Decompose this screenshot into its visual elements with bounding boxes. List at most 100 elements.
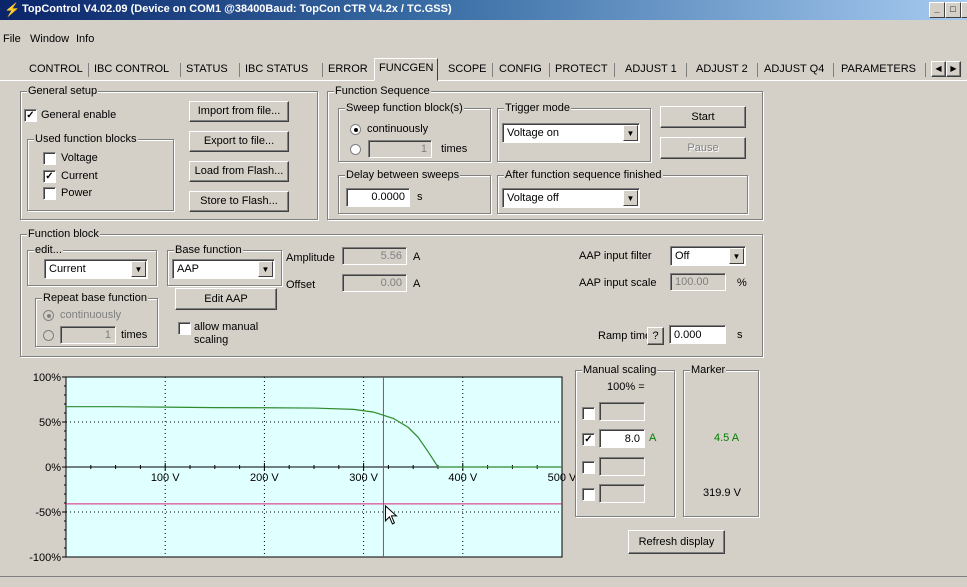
trigger-mode-select[interactable]: Voltage on ▼: [502, 123, 640, 143]
y-tick-label: -50%: [35, 507, 61, 519]
tab-status[interactable]: STATUS: [182, 60, 232, 78]
menu-window[interactable]: Window: [30, 33, 69, 45]
repeat-continuously-radio[interactable]: [43, 310, 54, 321]
scaling-2-unit: A: [649, 432, 657, 444]
scaling-1-checkbox[interactable]: [582, 407, 595, 420]
x-tick-label: 100 V: [151, 472, 180, 484]
marker-title: Marker: [690, 364, 727, 376]
tab-adjust-q4[interactable]: ADJUST Q4: [760, 60, 828, 78]
repeat-times-input[interactable]: 1: [60, 326, 116, 344]
repeat-base-function-title: Repeat base function: [42, 292, 148, 304]
after-sequence-title: After function sequence finished: [504, 169, 663, 181]
scaling-label: scaling: [194, 334, 229, 346]
used-function-blocks-title: Used function blocks: [34, 133, 138, 145]
scaling-2-input[interactable]: 8.0: [599, 429, 645, 448]
start-button[interactable]: Start: [660, 106, 746, 128]
y-tick-label: 100%: [33, 372, 61, 384]
amplitude-input[interactable]: 5.56: [342, 247, 407, 265]
sweep-times-radio[interactable]: [350, 144, 361, 155]
current-label: Current: [61, 170, 98, 182]
tab-funcgen[interactable]: FUNCGEN: [374, 58, 439, 81]
after-sequence-select[interactable]: Voltage off ▼: [502, 188, 640, 208]
ramp-time-label: Ramp time: [598, 330, 652, 342]
x-tick-label: 500 V: [548, 472, 577, 484]
aap-input-scale-input[interactable]: 100.00: [670, 273, 726, 291]
amplitude-label: Amplitude: [286, 252, 335, 264]
tab-parameters[interactable]: PARAMETERS: [837, 60, 920, 78]
maximize-button[interactable]: □: [945, 2, 961, 18]
allow-manual-scaling-checkbox[interactable]: [178, 322, 191, 335]
edit-block-select[interactable]: Current ▼: [44, 259, 148, 279]
tab-ibc-control[interactable]: IBC CONTROL: [90, 60, 173, 78]
scaling-4-input[interactable]: [599, 484, 645, 503]
x-tick-label: 400 V: [448, 472, 477, 484]
tab-config[interactable]: CONFIG: [495, 60, 546, 78]
aap-input-scale-label: AAP input scale: [579, 277, 657, 289]
tab-protect[interactable]: PROTECT: [551, 60, 612, 78]
repeat-times-label: times: [121, 329, 148, 341]
aap-input-filter-label: AAP input filter: [579, 250, 652, 262]
tab-adjust-1[interactable]: ADJUST 1: [621, 60, 681, 78]
close-button[interactable]: ×: [961, 2, 967, 18]
voltage-label: Voltage: [61, 152, 98, 164]
scaling-4-checkbox[interactable]: [582, 488, 595, 501]
repeat-continuously-label: continuously: [60, 309, 122, 321]
scaling-3-checkbox[interactable]: [582, 461, 595, 474]
edit-title: edit...: [34, 244, 63, 256]
tab-scroll-left-button[interactable]: ◀: [931, 61, 946, 77]
scaling-2-checkbox[interactable]: ✓: [582, 433, 595, 446]
sweep-continuously-radio[interactable]: [350, 124, 361, 135]
general-setup-title: General setup: [27, 85, 99, 97]
current-checkbox[interactable]: ✓: [43, 170, 56, 183]
tab-adjust-2[interactable]: ADJUST 2: [692, 60, 752, 78]
store-to-flash-button[interactable]: Store to Flash...: [189, 191, 289, 212]
general-enable-checkbox[interactable]: ✓: [24, 109, 37, 122]
function-chart[interactable]: 100 V 200 V 300 V 400 V 500 V 100% 50% 0% -50% -1…: [18, 367, 578, 567]
minimize-button[interactable]: _: [929, 2, 945, 18]
aap-input-scale-unit: %: [737, 277, 747, 289]
sweep-function-blocks-title: Sweep function block(s): [345, 102, 464, 114]
repeat-times-radio[interactable]: [43, 330, 54, 341]
x-tick-label: 300 V: [349, 472, 378, 484]
general-enable-label: General enable: [41, 109, 117, 121]
sweep-times-label: times: [441, 143, 468, 155]
aap-input-filter-select[interactable]: Off ▼: [670, 246, 746, 266]
refresh-display-button[interactable]: Refresh display: [628, 530, 725, 554]
export-to-file-button[interactable]: Export to file...: [189, 131, 289, 152]
trigger-mode-title: Trigger mode: [504, 102, 572, 114]
tab-scope[interactable]: SCOPE: [444, 60, 491, 78]
ramp-time-input[interactable]: 0.000: [669, 325, 726, 344]
import-from-file-button[interactable]: Import from file...: [189, 101, 289, 122]
menu-info[interactable]: Info: [76, 33, 94, 45]
function-sequence-title: Function Sequence: [334, 85, 431, 97]
amplitude-unit: A: [413, 251, 421, 263]
x-tick-label: 200 V: [250, 472, 279, 484]
edit-aap-button[interactable]: Edit AAP: [175, 288, 277, 310]
offset-unit: A: [413, 278, 421, 290]
manual-scaling-title: Manual scaling: [582, 364, 658, 376]
menu-file[interactable]: File: [3, 33, 21, 45]
delay-between-sweeps-title: Delay between sweeps: [345, 169, 461, 181]
scaling-1-input[interactable]: [599, 402, 645, 421]
title-bar[interactable]: ⚡ TopControl V4.02.09 (Device on COM1 @3…: [0, 0, 967, 20]
offset-input[interactable]: 0.00: [342, 274, 407, 292]
tab-scroll-right-button[interactable]: ▶: [946, 61, 961, 77]
tab-error[interactable]: ERROR: [324, 60, 372, 78]
app-icon: ⚡: [4, 2, 21, 17]
load-from-flash-button[interactable]: Load from Flash...: [189, 161, 289, 182]
scaling-3-input[interactable]: [599, 457, 645, 476]
power-label: Power: [61, 187, 93, 199]
window-title: TopControl V4.02.09 (Device on COM1 @384…: [22, 3, 452, 15]
ramp-time-help-button[interactable]: ?: [647, 327, 664, 345]
chevron-down-icon: ▼: [623, 125, 638, 141]
marker-voltage-value: 319.9 V: [703, 487, 741, 499]
voltage-checkbox[interactable]: [43, 152, 56, 165]
sweep-times-input[interactable]: 1: [368, 140, 432, 158]
base-function-select[interactable]: AAP ▼: [172, 259, 275, 279]
power-checkbox[interactable]: [43, 187, 56, 200]
delay-input[interactable]: 0.0000: [346, 188, 410, 207]
tab-ibc-status[interactable]: IBC STATUS: [241, 60, 312, 78]
chevron-down-icon: ▼: [258, 261, 273, 277]
tab-control[interactable]: CONTROL: [25, 60, 87, 78]
pause-button[interactable]: Pause: [660, 137, 746, 159]
